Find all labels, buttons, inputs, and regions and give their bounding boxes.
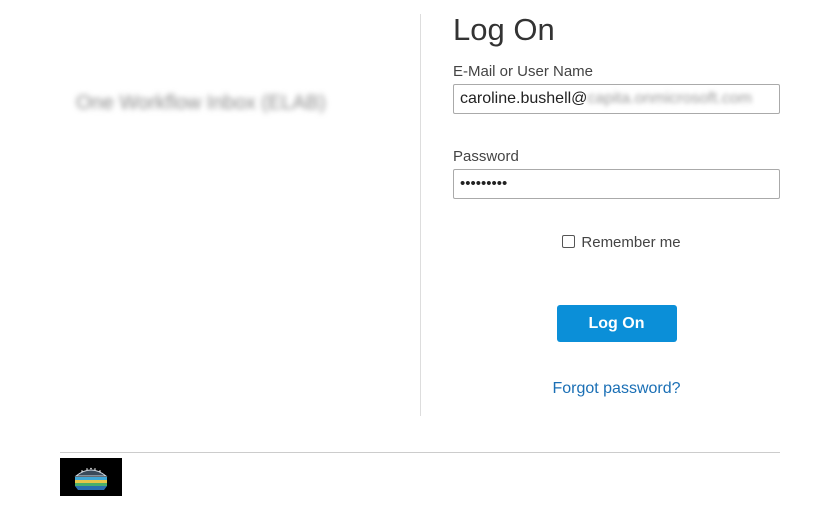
- vertical-divider: [420, 14, 421, 416]
- login-page: One Workflow Inbox (ELAB) Log On E-Mail …: [0, 0, 816, 528]
- remember-me-label[interactable]: Remember me: [581, 234, 680, 251]
- password-mask: •••••••••: [460, 175, 508, 192]
- footer-divider: [60, 452, 780, 453]
- email-domain-text: capita.onmicrosoft.com: [587, 90, 752, 107]
- password-field[interactable]: •••••••••: [453, 169, 780, 199]
- remember-me-checkbox[interactable]: [562, 235, 576, 248]
- page-title: Log On: [453, 12, 555, 47]
- company-logo-icon: [60, 458, 122, 496]
- email-user-text: caroline.bushell@: [460, 90, 588, 107]
- email-field[interactable]: caroline.bushell@capita.onmicrosoft.com: [453, 84, 780, 114]
- password-label: Password: [453, 148, 519, 165]
- email-label: E-Mail or User Name: [453, 63, 594, 80]
- forgot-password-link[interactable]: Forgot password?: [453, 380, 780, 398]
- login-panel: Log On E-Mail or User Name caroline.bush…: [453, 10, 780, 398]
- company-logo-graphic: [74, 467, 108, 490]
- remember-me-row: Remember me: [453, 233, 780, 253]
- app-name: One Workflow Inbox (ELAB): [76, 92, 326, 114]
- logon-button[interactable]: Log On: [556, 305, 677, 342]
